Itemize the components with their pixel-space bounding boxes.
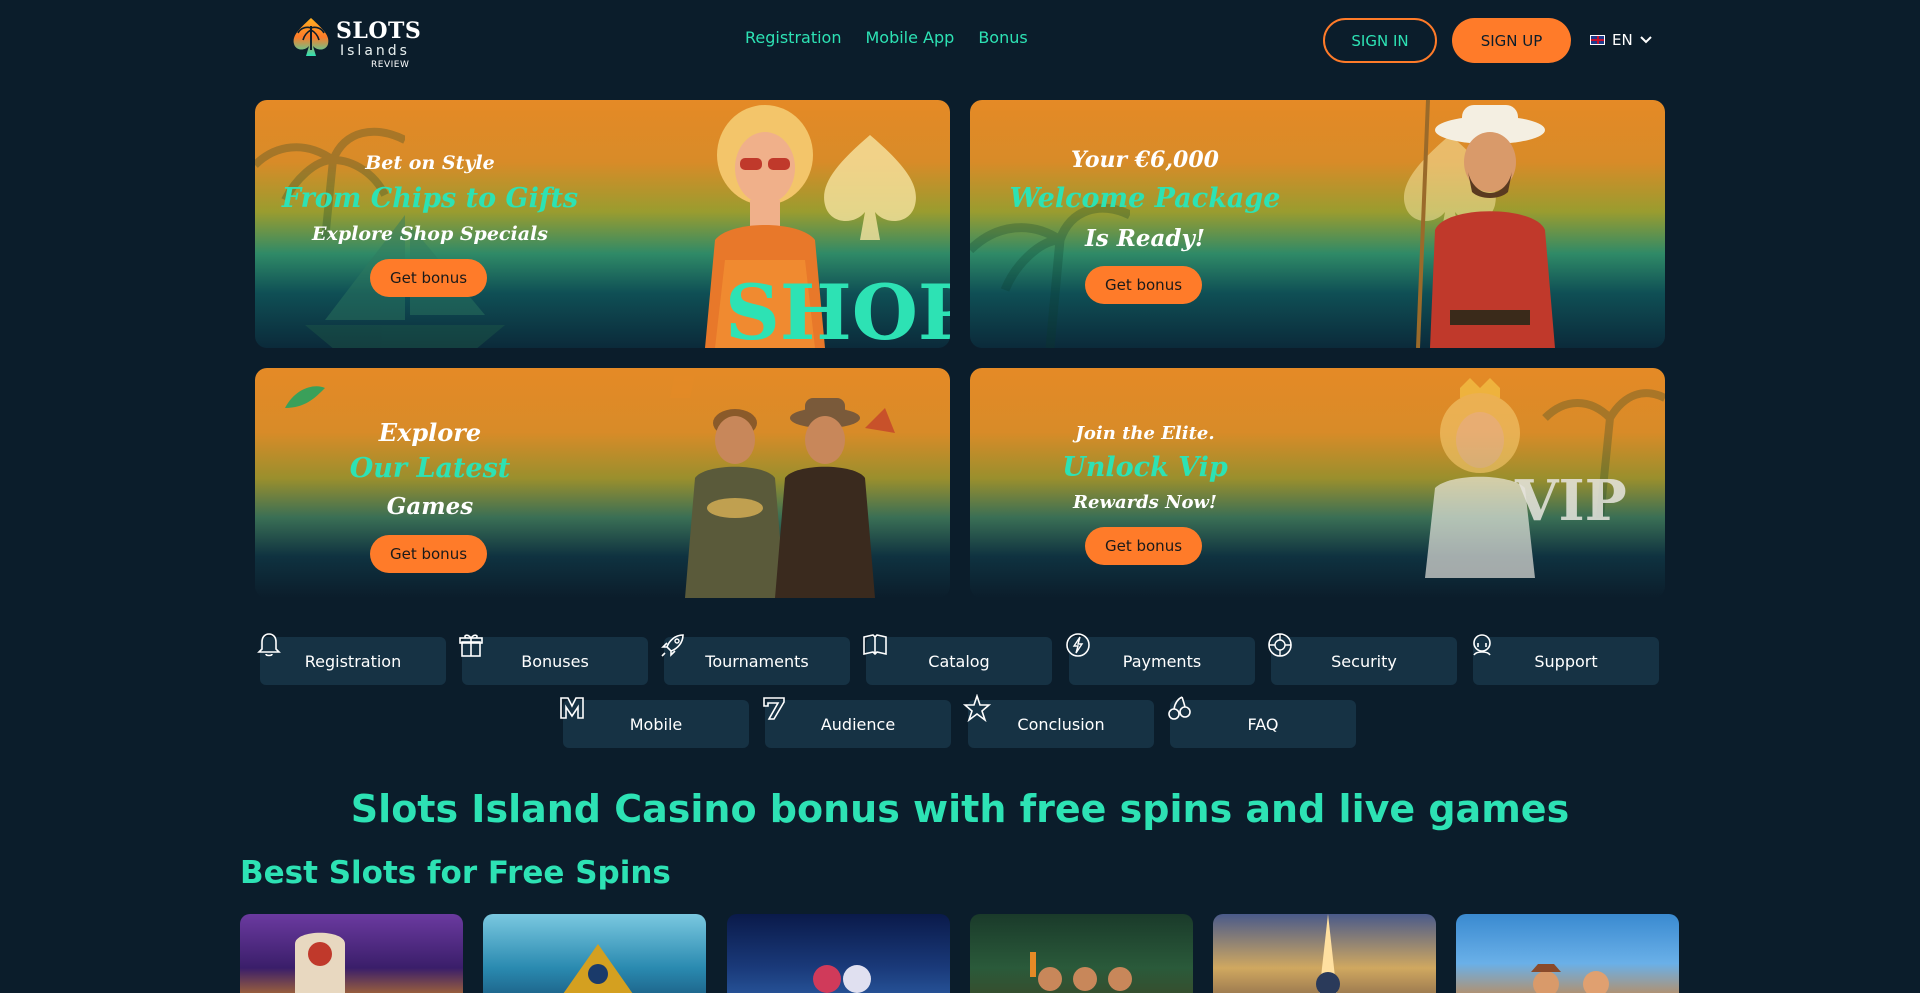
logo-text-islands: Islands	[340, 43, 410, 59]
category-payments[interactable]: Payments	[1069, 637, 1255, 685]
site-header: SLOTS Islands REVIEW Registration Mobile…	[0, 0, 1920, 80]
slot-thumbnail[interactable]	[483, 914, 706, 993]
palm-spade-logo-icon	[293, 18, 329, 56]
slot-artwork	[813, 965, 871, 993]
banner-welcome-line3: Is Ready!	[1085, 225, 1205, 252]
slot-thumbnail[interactable]	[1456, 914, 1679, 993]
star-icon	[963, 694, 991, 722]
language-code: EN	[1612, 31, 1633, 49]
banner-vip-line1: Join the Elite.	[1075, 423, 1215, 444]
get-bonus-button[interactable]: Get bonus	[370, 535, 487, 573]
category-security[interactable]: Security	[1271, 637, 1457, 685]
banner-shop-line3: Explore Shop Specials	[312, 223, 548, 245]
seven-icon	[763, 697, 785, 720]
category-label: Audience	[820, 714, 896, 734]
book-icon	[863, 634, 887, 656]
category-label: Mobile	[629, 714, 683, 734]
bell-icon	[257, 633, 281, 657]
logo-text-slots: SLOTS	[336, 18, 422, 44]
shield-wheel-icon	[1268, 633, 1292, 657]
banner-shop[interactable]: SHOP Bet on Style From Chips to Gifts Ex…	[255, 100, 950, 348]
banner-games-line3: Games	[386, 493, 474, 520]
language-selector[interactable]: EN	[1590, 31, 1652, 49]
slot-artwork	[1030, 952, 1132, 991]
category-label: Support	[1534, 651, 1598, 671]
cowboy-figure-illustration	[1416, 100, 1555, 348]
category-label: FAQ	[1247, 714, 1279, 734]
category-registration[interactable]: Registration	[260, 637, 446, 685]
category-label: Security	[1331, 651, 1397, 671]
slot-thumbnail[interactable]	[1213, 914, 1436, 993]
category-label: Bonuses	[521, 651, 589, 671]
slot-artwork	[1531, 964, 1609, 993]
category-label: Registration	[304, 651, 402, 671]
headset-icon	[1473, 634, 1491, 656]
category-label: Conclusion	[1017, 714, 1105, 734]
category-bonuses[interactable]: Bonuses	[462, 637, 648, 685]
gift-icon	[459, 634, 483, 657]
slot-artwork	[1316, 914, 1340, 993]
slot-thumbnail[interactable]	[240, 914, 463, 993]
logo-text-review: REVIEW	[371, 60, 410, 70]
banner-welcome-line1: Your €6,000	[1071, 147, 1219, 173]
sign-up-button[interactable]: SIGN UP	[1452, 18, 1571, 63]
nav-bonus[interactable]: Bonus	[978, 28, 1027, 47]
category-catalog[interactable]: Catalog	[866, 637, 1052, 685]
cherries-icon	[1168, 696, 1191, 720]
banner-shop-line2: From Chips to Gifts	[281, 183, 579, 214]
category-audience[interactable]: Audience	[765, 700, 951, 748]
lightning-icon	[1066, 633, 1090, 657]
get-bonus-button[interactable]: Get bonus	[1085, 266, 1202, 304]
chevron-down-icon	[1639, 36, 1652, 44]
banner-latest-games[interactable]: Explore Our Latest Games Get bonus	[255, 368, 950, 598]
category-tournaments[interactable]: Tournaments	[664, 637, 850, 685]
category-label: Tournaments	[705, 651, 809, 671]
banner-vip-line2: Unlock Vip	[1062, 452, 1228, 483]
spade-decoration	[824, 135, 916, 240]
category-conclusion[interactable]: Conclusion	[968, 700, 1154, 748]
main-nav: Registration Mobile App Bonus	[745, 28, 1028, 47]
get-bonus-button[interactable]: Get bonus	[370, 259, 487, 297]
banner-welcome-package[interactable]: Your €6,000 Welcome Package Is Ready! Ge…	[970, 100, 1665, 348]
nav-mobile-app[interactable]: Mobile App	[865, 28, 954, 47]
uk-flag-icon	[1590, 35, 1605, 45]
nav-registration[interactable]: Registration	[745, 28, 841, 47]
m-logo-icon	[560, 697, 584, 719]
cherry-decoration	[285, 386, 325, 408]
sign-in-button[interactable]: SIGN IN	[1323, 18, 1437, 63]
slot-artwork	[563, 944, 633, 993]
category-faq[interactable]: FAQ	[1170, 700, 1356, 748]
slot-thumbnail[interactable]	[970, 914, 1193, 993]
page-title: Slots Island Casino bonus with free spin…	[350, 787, 1570, 831]
banner-games-line1: Explore	[378, 418, 482, 447]
site-logo[interactable]: SLOTS Islands REVIEW	[288, 12, 421, 72]
banner-games-line2: Our Latest	[349, 453, 511, 484]
category-support[interactable]: Support	[1473, 637, 1659, 685]
slot-artwork	[295, 932, 345, 993]
banner-welcome-line2: Welcome Package	[1009, 183, 1281, 214]
slot-thumbnail[interactable]	[727, 914, 950, 993]
vip-word: VIP	[1515, 468, 1627, 534]
explorers-illustration	[670, 373, 895, 598]
category-label: Catalog	[928, 651, 990, 671]
banner-vip-line3: Rewards Now!	[1073, 492, 1217, 513]
rocket-icon	[661, 634, 684, 657]
banner-vip[interactable]: VIP Join the Elite. Unlock Vip Rewards N…	[970, 368, 1665, 598]
banner-shop-line1: Bet on Style	[365, 152, 495, 174]
section-heading-best-slots: Best Slots for Free Spins	[240, 855, 671, 891]
category-label: Payments	[1122, 651, 1202, 671]
shop-word: SHOP	[725, 268, 950, 348]
category-mobile[interactable]: Mobile	[563, 700, 749, 748]
get-bonus-button[interactable]: Get bonus	[1085, 527, 1202, 565]
